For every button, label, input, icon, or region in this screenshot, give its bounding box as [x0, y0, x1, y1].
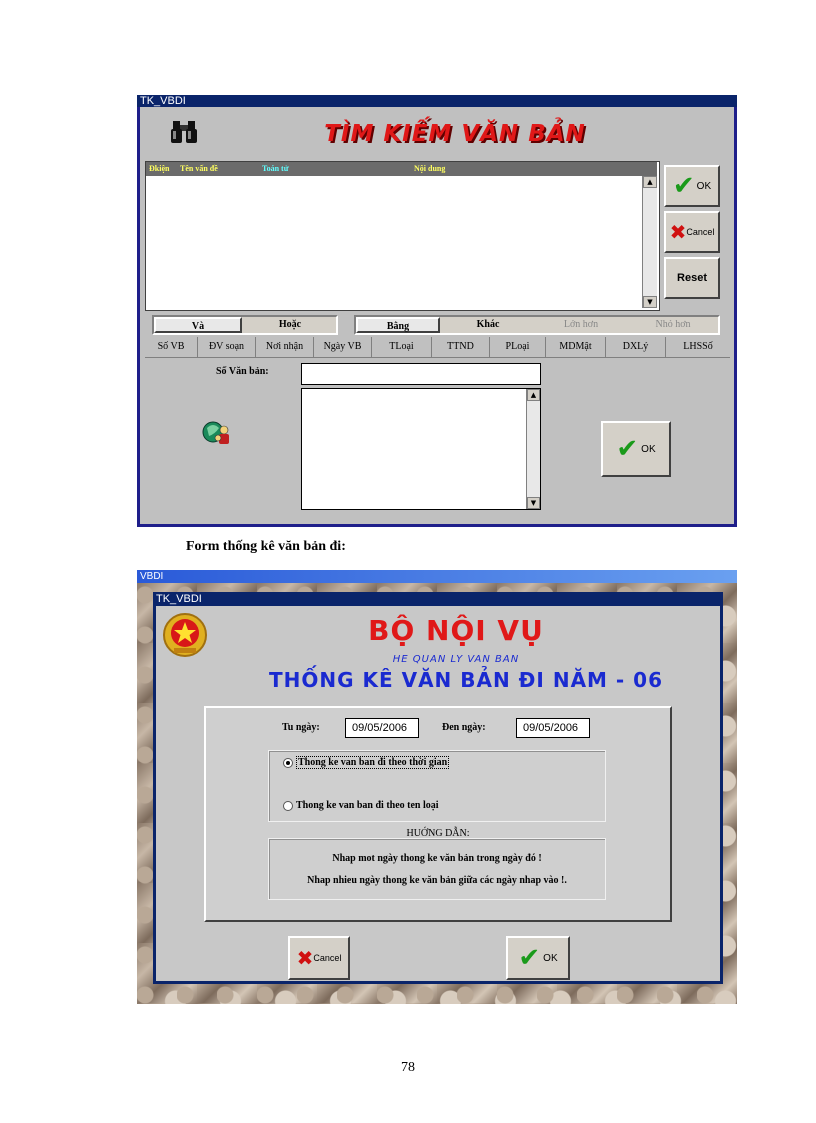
radio-checked-icon: [283, 757, 293, 768]
ministry-title: BỘ NỘI VỤ: [368, 614, 544, 647]
list-scrollbar[interactable]: ▲ ▼: [526, 389, 540, 509]
field-tabs: Số VB ĐV soạn Nơi nhận Ngày VB TLoại TTN…: [145, 337, 730, 358]
national-emblem-icon: [162, 612, 208, 658]
tab-dv-soan[interactable]: ĐV soạn: [198, 337, 256, 357]
to-date-input[interactable]: 09/05/2006: [516, 718, 590, 738]
cross-icon: ✖: [669, 220, 687, 244]
radio-by-type[interactable]: Thong ke van ban đi theo ten loại: [283, 800, 439, 811]
scroll-up-icon[interactable]: ▲: [527, 389, 540, 401]
cross-icon: ✖: [296, 946, 314, 970]
tab-ttnd[interactable]: TTND: [432, 337, 490, 357]
from-date-input[interactable]: 09/05/2006: [345, 718, 419, 738]
window-title: TK_VBDI: [140, 95, 186, 107]
and-option[interactable]: Và: [154, 317, 242, 333]
grid-header-operator: Toán tử: [262, 164, 289, 173]
users-globe-icon: [202, 418, 232, 446]
checkmark-icon: ✔: [518, 943, 541, 973]
greater-option[interactable]: Lớn hơn: [536, 317, 626, 333]
system-name: HE QUAN LY VAN BAN: [392, 654, 520, 665]
equal-option[interactable]: Bằng: [356, 317, 440, 333]
window-title-bar: TK_VBDI: [153, 592, 723, 606]
statistics-app-window: VBDI TK_VBDI BỘ NỘI VỤ HE QUAN LY VAN BA…: [137, 570, 737, 1004]
window-title: TK_VBDI: [156, 593, 202, 605]
tab-noi-nhan[interactable]: Nơi nhận: [256, 337, 314, 357]
checkmark-icon: ✔: [616, 434, 639, 464]
statistics-heading: THỐNG KÊ VĂN BẢN ĐI NĂM - 06: [268, 668, 664, 692]
checkmark-icon: ✔: [672, 171, 695, 201]
cancel-button[interactable]: ✖ Cancel: [664, 211, 720, 253]
guide-box: Nhap mot ngày thong ke văn bản trong ngà…: [268, 838, 606, 900]
grid-scrollbar[interactable]: ▲ ▼: [642, 176, 657, 308]
grid-header-topic: Tên vấn đề: [180, 164, 218, 173]
grid-header-condition: Đkiện: [149, 164, 170, 173]
statistics-form-window: TK_VBDI BỘ NỘI VỤ HE QUAN LY VAN BAN THỐ…: [153, 592, 723, 984]
or-option[interactable]: Hoặc: [244, 317, 336, 333]
field-label: Số Văn bản:: [216, 366, 269, 377]
grid-header-content: Nội dung: [414, 164, 446, 173]
compare-operator-group: Bằng Khác Lớn hơn Nhỏ hơn: [354, 315, 720, 335]
scroll-up-icon[interactable]: ▲: [643, 176, 657, 188]
scroll-down-icon[interactable]: ▼: [527, 497, 540, 509]
reset-button[interactable]: Reset: [664, 257, 720, 299]
guide-line-1: Nhap mot ngày thong ke văn bản trong ngà…: [332, 853, 542, 864]
tab-lhsso[interactable]: LHSSố: [666, 337, 730, 357]
logic-operator-group: Và Hoặc: [152, 315, 338, 335]
window-title-bar: TK_VBDI: [137, 95, 737, 107]
not-equal-option[interactable]: Khác: [442, 317, 534, 333]
query-grid[interactable]: Đkiện Tên vấn đề Toán tử Nội dung ▲ ▼: [145, 161, 660, 311]
page-number: 78: [401, 1060, 415, 1075]
to-date-label: Đen ngày:: [442, 722, 486, 733]
window-body: BỘ NỘI VỤ HE QUAN LY VAN BAN THỐNG KÊ VĂ…: [156, 606, 720, 981]
tab-so-vb[interactable]: Số VB: [145, 337, 198, 357]
outer-title: VBDI: [140, 571, 164, 582]
binoculars-icon: [170, 119, 198, 145]
tab-ngay-vb[interactable]: Ngày VB: [314, 337, 372, 357]
search-form-window: TK_VBDI TÌM KIẾM VĂN BẢN Đkiện Tên vấn đ…: [137, 95, 737, 527]
from-date-label: Tu ngày:: [282, 722, 320, 733]
tab-tloai[interactable]: TLoại: [372, 337, 432, 357]
outer-title-bar: VBDI: [137, 570, 737, 583]
tab-ploai[interactable]: PLoại: [490, 337, 546, 357]
tab-mdmat[interactable]: MDMật: [546, 337, 606, 357]
guide-line-2: Nhap nhieu ngày thong ke văn bản giữa cá…: [307, 875, 567, 886]
ok-button[interactable]: ✔ OK: [506, 936, 570, 980]
apply-ok-button[interactable]: ✔ OK: [601, 421, 671, 477]
criteria-panel: Tu ngày: 09/05/2006 Đen ngày: 09/05/2006…: [204, 706, 672, 922]
scroll-down-icon[interactable]: ▼: [643, 296, 657, 308]
radio-unchecked-icon: [283, 800, 293, 811]
search-banner: TÌM KIẾM VĂN BẢN: [324, 121, 586, 147]
tab-dxly[interactable]: DXLý: [606, 337, 666, 357]
cancel-button[interactable]: ✖ Cancel: [288, 936, 350, 980]
ok-button[interactable]: ✔ OK: [664, 165, 720, 207]
form-caption: Form thống kê văn bản đi:: [186, 539, 346, 554]
so-van-ban-input[interactable]: [301, 363, 541, 385]
radio-by-time[interactable]: Thong ke van ban đi theo thời gian: [283, 756, 450, 769]
value-list[interactable]: ▲ ▼: [301, 388, 541, 510]
window-body: TÌM KIẾM VĂN BẢN Đkiện Tên vấn đề Toán t…: [140, 107, 734, 524]
less-option[interactable]: Nhỏ hơn: [628, 317, 718, 333]
option-group: Thong ke van ban đi theo thời gian Thong…: [268, 750, 606, 822]
grid-header: Đkiện Tên vấn đề Toán tử Nội dung: [146, 162, 657, 176]
